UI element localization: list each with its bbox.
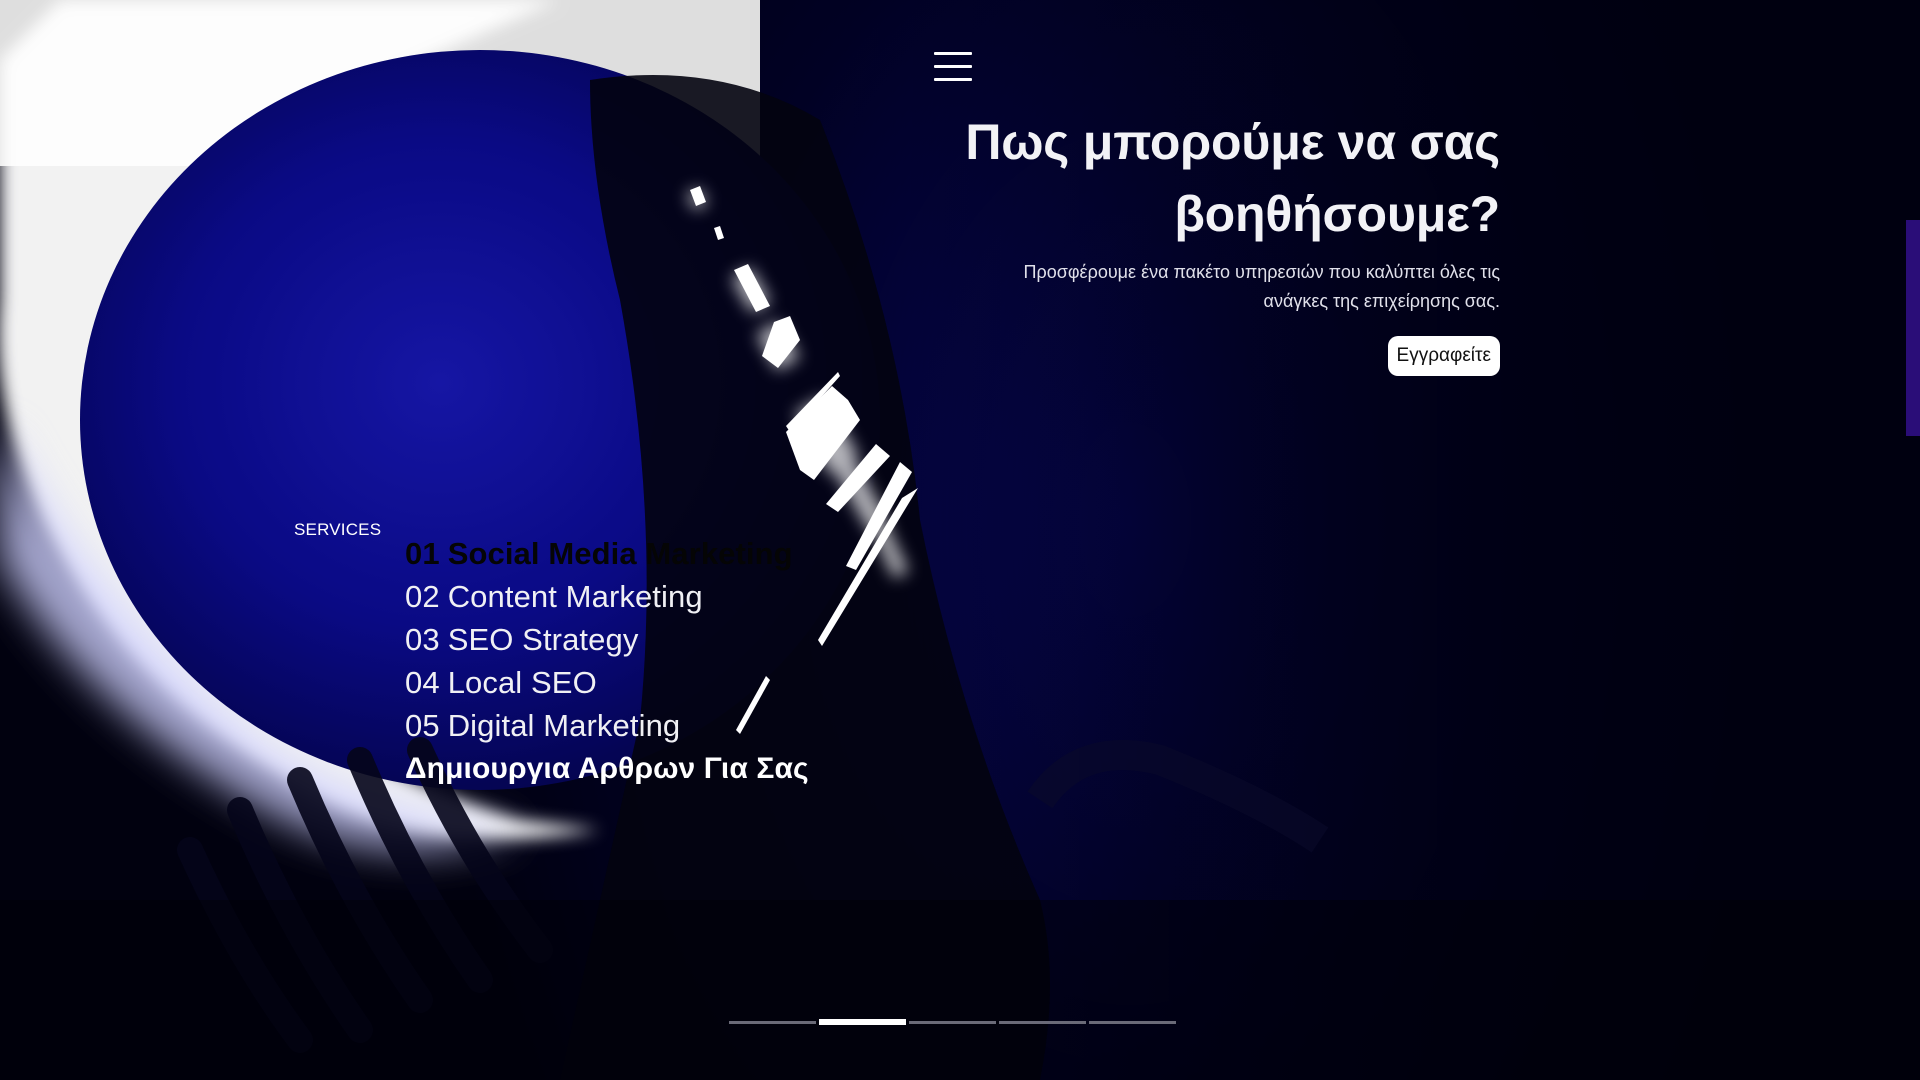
hamburger-menu-button[interactable] — [934, 52, 972, 82]
hero-section: Πως μπορούμε να σας βοηθήσουμε? Προσφέρο… — [0, 0, 1920, 1080]
service-label: Digital Marketing — [447, 708, 681, 743]
service-item-content-marketing[interactable]: 02 Content Marketing — [405, 575, 809, 618]
service-label: Δημιουργια Αρθρων Για Σας — [405, 752, 809, 785]
service-item-digital-marketing[interactable]: 05 Digital Marketing — [405, 704, 809, 747]
scroll-indicator[interactable] — [1906, 220, 1920, 436]
slide-indicator-1[interactable] — [729, 1021, 816, 1024]
service-number: 05 — [405, 708, 440, 743]
slide-indicator-3[interactable] — [909, 1021, 996, 1024]
service-label: Social Media Marketing — [447, 536, 793, 571]
service-label: Content Marketing — [447, 579, 703, 614]
hero-title-line-2: βοηθήσουμε? — [1174, 186, 1500, 242]
slide-indicator-4[interactable] — [999, 1021, 1086, 1024]
service-item-local-seo[interactable]: 04 Local SEO — [405, 661, 809, 704]
service-number: 03 — [405, 622, 440, 657]
service-label: Local SEO — [447, 665, 597, 700]
hamburger-icon-bar — [934, 65, 972, 68]
service-number: 01 — [405, 536, 440, 571]
service-item-social-media-marketing[interactable]: 01 Social Media Marketing — [405, 532, 809, 575]
hero-title: Πως μπορούμε να σας βοηθήσουμε? — [960, 106, 1500, 250]
services-list: 01 Social Media Marketing 02 Content Marke… — [405, 532, 809, 790]
service-item-article-creation[interactable]: Δημιουργια Αρθρων Για Σας — [405, 747, 809, 790]
service-item-seo-strategy[interactable]: 03 SEO Strategy — [405, 618, 809, 661]
service-number: 02 — [405, 579, 440, 614]
hero-content: Πως μπορούμε να σας βοηθήσουμε? Προσφέρο… — [960, 106, 1500, 376]
slide-indicator-5[interactable] — [1089, 1021, 1176, 1024]
hero-title-line-1: Πως μπορούμε να σας — [965, 114, 1500, 170]
slider-pagination — [729, 1019, 1176, 1025]
hero-description-line-1: Προσφέρουμε ένα πακέτο υπηρεσιών που καλ… — [1023, 262, 1500, 282]
services-label: SERVICES — [294, 520, 382, 539]
service-number: 04 — [405, 665, 440, 700]
service-label: SEO Strategy — [447, 622, 639, 657]
hero-description: Προσφέρουμε ένα πακέτο υπηρεσιών που καλ… — [960, 258, 1500, 316]
hamburger-icon-bar — [934, 52, 972, 55]
signup-button[interactable]: Εγγραφείτε — [1387, 336, 1500, 376]
hamburger-icon-bar — [934, 78, 972, 81]
hero-description-line-2: ανάγκες της επιχείρησης σας. — [1263, 291, 1500, 311]
slide-indicator-2[interactable] — [819, 1019, 906, 1025]
